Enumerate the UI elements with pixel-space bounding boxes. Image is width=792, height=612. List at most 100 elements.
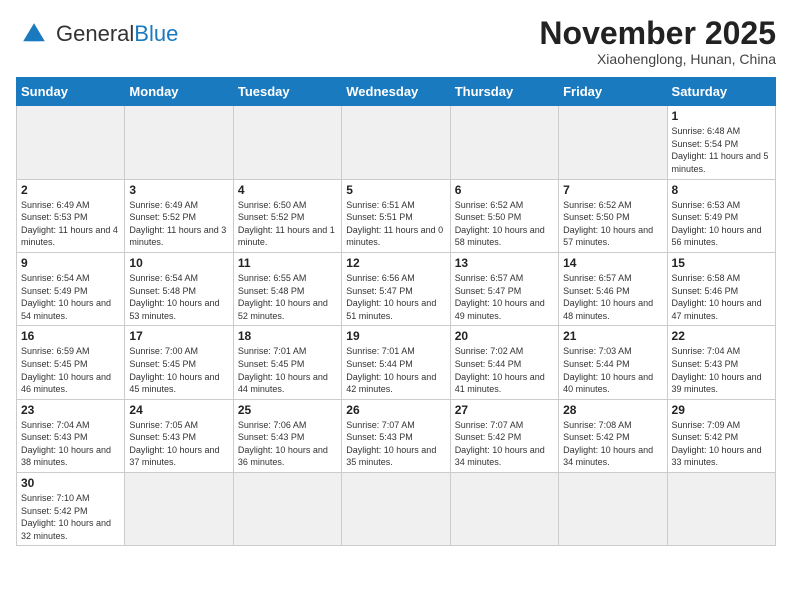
day-number: 13 — [455, 256, 554, 270]
day-info: Sunrise: 6:49 AMSunset: 5:53 PMDaylight:… — [21, 199, 120, 249]
day-info: Sunrise: 7:04 AMSunset: 5:43 PMDaylight:… — [21, 419, 120, 469]
th-saturday: Saturday — [667, 78, 775, 106]
day-number: 12 — [346, 256, 445, 270]
day-number: 4 — [238, 183, 337, 197]
day-number: 23 — [21, 403, 120, 417]
calendar-cell — [667, 473, 775, 546]
logo: GeneralBlue — [16, 16, 178, 52]
day-number: 2 — [21, 183, 120, 197]
th-sunday: Sunday — [17, 78, 125, 106]
calendar-cell — [450, 106, 558, 179]
day-number: 24 — [129, 403, 228, 417]
day-info: Sunrise: 6:59 AMSunset: 5:45 PMDaylight:… — [21, 345, 120, 395]
calendar-cell: 8Sunrise: 6:53 AMSunset: 5:49 PMDaylight… — [667, 179, 775, 252]
calendar-cell: 19Sunrise: 7:01 AMSunset: 5:44 PMDayligh… — [342, 326, 450, 399]
day-info: Sunrise: 6:54 AMSunset: 5:49 PMDaylight:… — [21, 272, 120, 322]
day-info: Sunrise: 6:58 AMSunset: 5:46 PMDaylight:… — [672, 272, 771, 322]
calendar-cell: 9Sunrise: 6:54 AMSunset: 5:49 PMDaylight… — [17, 252, 125, 325]
day-number: 11 — [238, 256, 337, 270]
day-number: 28 — [563, 403, 662, 417]
calendar-week-row: 16 Sunrise: 6:59 AMSunset: 5:45 PMDayligh… — [17, 326, 776, 399]
day-number: 1 — [672, 109, 771, 123]
calendar-cell: 15 Sunrise: 6:58 AMSunset: 5:46 PMDayligh… — [667, 252, 775, 325]
day-info: Sunrise: 7:03 AMSunset: 5:44 PMDaylight:… — [563, 345, 662, 395]
day-info: Sunrise: 7:00 AMSunset: 5:45 PMDaylight:… — [129, 345, 228, 395]
page: GeneralBlue November 2025 Xiaohenglong, … — [0, 0, 792, 612]
day-info: Sunrise: 7:01 AMSunset: 5:45 PMDaylight:… — [238, 345, 337, 395]
day-number: 15 — [672, 256, 771, 270]
calendar-week-row: 9Sunrise: 6:54 AMSunset: 5:49 PMDaylight… — [17, 252, 776, 325]
calendar-cell: 21Sunrise: 7:03 AMSunset: 5:44 PMDayligh… — [559, 326, 667, 399]
day-info: Sunrise: 6:51 AMSunset: 5:51 PMDaylight:… — [346, 199, 445, 249]
calendar-cell: 11 Sunrise: 6:55 AMSunset: 5:48 PMDayligh… — [233, 252, 341, 325]
day-info: Sunrise: 7:07 AMSunset: 5:43 PMDaylight:… — [346, 419, 445, 469]
day-info: Sunrise: 6:53 AMSunset: 5:49 PMDaylight:… — [672, 199, 771, 249]
day-number: 20 — [455, 329, 554, 343]
day-info: Sunrise: 6:52 AMSunset: 5:50 PMDaylight:… — [455, 199, 554, 249]
day-number: 30 — [21, 476, 120, 490]
th-tuesday: Tuesday — [233, 78, 341, 106]
calendar-cell: 1 Sunrise: 6:48 AMSunset: 5:54 PMDaylight… — [667, 106, 775, 179]
day-number: 16 — [21, 329, 120, 343]
calendar-cell — [233, 106, 341, 179]
day-info: Sunrise: 6:57 AMSunset: 5:47 PMDaylight:… — [455, 272, 554, 322]
calendar-cell: 25Sunrise: 7:06 AMSunset: 5:43 PMDayligh… — [233, 399, 341, 472]
day-number: 17 — [129, 329, 228, 343]
calendar-cell: 23 Sunrise: 7:04 AMSunset: 5:43 PMDayligh… — [17, 399, 125, 472]
calendar-table: Sunday Monday Tuesday Wednesday Thursday… — [16, 77, 776, 546]
day-info: Sunrise: 6:52 AMSunset: 5:50 PMDaylight:… — [563, 199, 662, 249]
calendar-body: 1 Sunrise: 6:48 AMSunset: 5:54 PMDaylight… — [17, 106, 776, 546]
calendar-cell — [125, 473, 233, 546]
day-number: 3 — [129, 183, 228, 197]
calendar-cell: 18Sunrise: 7:01 AMSunset: 5:45 PMDayligh… — [233, 326, 341, 399]
calendar-cell: 27Sunrise: 7:07 AMSunset: 5:42 PMDayligh… — [450, 399, 558, 472]
day-info: Sunrise: 6:55 AMSunset: 5:48 PMDaylight:… — [238, 272, 337, 322]
calendar-cell — [450, 473, 558, 546]
calendar-week-row: 1 Sunrise: 6:48 AMSunset: 5:54 PMDaylight… — [17, 106, 776, 179]
day-number: 29 — [672, 403, 771, 417]
th-friday: Friday — [559, 78, 667, 106]
calendar-cell: 3 Sunrise: 6:49 AMSunset: 5:52 PMDaylight… — [125, 179, 233, 252]
day-info: Sunrise: 7:08 AMSunset: 5:42 PMDaylight:… — [563, 419, 662, 469]
day-info: Sunrise: 6:49 AMSunset: 5:52 PMDaylight:… — [129, 199, 228, 249]
day-info: Sunrise: 6:56 AMSunset: 5:47 PMDaylight:… — [346, 272, 445, 322]
day-info: Sunrise: 7:06 AMSunset: 5:43 PMDaylight:… — [238, 419, 337, 469]
month-title: November 2025 — [539, 16, 776, 51]
day-info: Sunrise: 7:02 AMSunset: 5:44 PMDaylight:… — [455, 345, 554, 395]
day-info: Sunrise: 7:04 AMSunset: 5:43 PMDaylight:… — [672, 345, 771, 395]
calendar-cell: 17 Sunrise: 7:00 AMSunset: 5:45 PMDayligh… — [125, 326, 233, 399]
calendar-cell: 26 Sunrise: 7:07 AMSunset: 5:43 PMDayligh… — [342, 399, 450, 472]
calendar-cell: 20 Sunrise: 7:02 AMSunset: 5:44 PMDayligh… — [450, 326, 558, 399]
day-number: 14 — [563, 256, 662, 270]
day-info: Sunrise: 6:50 AMSunset: 5:52 PMDaylight:… — [238, 199, 337, 249]
calendar-cell: 13 Sunrise: 6:57 AMSunset: 5:47 PMDayligh… — [450, 252, 558, 325]
calendar-cell — [342, 473, 450, 546]
calendar-cell: 4 Sunrise: 6:50 AMSunset: 5:52 PMDaylight… — [233, 179, 341, 252]
logo-text: GeneralBlue — [56, 23, 178, 45]
calendar-cell — [233, 473, 341, 546]
day-info: Sunrise: 6:48 AMSunset: 5:54 PMDaylight:… — [672, 125, 771, 175]
day-info: Sunrise: 7:10 AMSunset: 5:42 PMDaylight:… — [21, 492, 120, 542]
day-info: Sunrise: 6:57 AMSunset: 5:46 PMDaylight:… — [563, 272, 662, 322]
calendar-week-row: 30 Sunrise: 7:10 AMSunset: 5:42 PMDayligh… — [17, 473, 776, 546]
calendar-cell — [559, 106, 667, 179]
day-number: 10 — [129, 256, 228, 270]
generalblue-logo-icon — [16, 16, 52, 52]
calendar-cell: 12 Sunrise: 6:56 AMSunset: 5:47 PMDayligh… — [342, 252, 450, 325]
calendar-cell: 29Sunrise: 7:09 AMSunset: 5:42 PMDayligh… — [667, 399, 775, 472]
calendar-cell: 28 Sunrise: 7:08 AMSunset: 5:42 PMDayligh… — [559, 399, 667, 472]
location: Xiaohenglong, Hunan, China — [539, 51, 776, 67]
calendar-cell: 10Sunrise: 6:54 AMSunset: 5:48 PMDayligh… — [125, 252, 233, 325]
calendar-cell: 30 Sunrise: 7:10 AMSunset: 5:42 PMDayligh… — [17, 473, 125, 546]
calendar-cell: 24Sunrise: 7:05 AMSunset: 5:43 PMDayligh… — [125, 399, 233, 472]
day-number: 26 — [346, 403, 445, 417]
day-info: Sunrise: 7:07 AMSunset: 5:42 PMDaylight:… — [455, 419, 554, 469]
day-info: Sunrise: 7:01 AMSunset: 5:44 PMDaylight:… — [346, 345, 445, 395]
calendar-cell: 5Sunrise: 6:51 AMSunset: 5:51 PMDaylight… — [342, 179, 450, 252]
day-number: 22 — [672, 329, 771, 343]
calendar-week-row: 2 Sunrise: 6:49 AMSunset: 5:53 PMDaylight… — [17, 179, 776, 252]
calendar-cell — [559, 473, 667, 546]
calendar-cell: 22 Sunrise: 7:04 AMSunset: 5:43 PMDayligh… — [667, 326, 775, 399]
th-thursday: Thursday — [450, 78, 558, 106]
calendar-week-row: 23 Sunrise: 7:04 AMSunset: 5:43 PMDayligh… — [17, 399, 776, 472]
